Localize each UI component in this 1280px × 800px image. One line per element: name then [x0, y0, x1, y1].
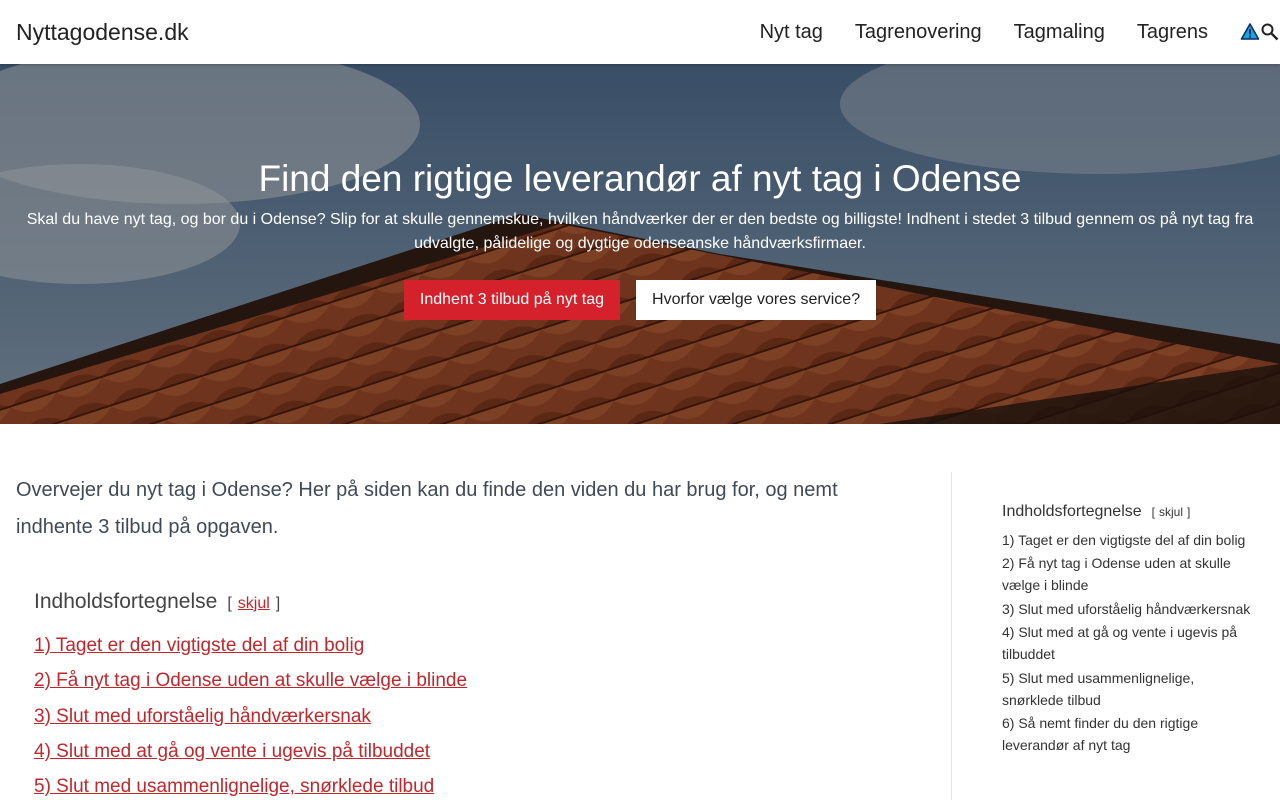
list-item: 5) Slut med usammenlignelige, snørklede …	[34, 769, 894, 800]
sidebar-toc-link-5[interactable]: 5) Slut med usammenlignelige, snørklede …	[1002, 670, 1194, 708]
table-of-contents: Indholdsfortegnelse [ skjul] 1) Taget er …	[34, 590, 894, 800]
main-nav: Nyt tag Tagrenovering Tagmaling Tagrens	[760, 0, 1280, 64]
sidebar-bracket-open: [	[1151, 505, 1155, 519]
toc-link-5[interactable]: 5) Slut med usammenlignelige, snørklede …	[34, 776, 434, 797]
list-item: 1) Taget er den vigtigste del af din bol…	[34, 628, 894, 663]
list-item: 4) Slut med at gå og vente i ugevis på t…	[34, 734, 894, 769]
toc-list: 1) Taget er den vigtigste del af din bol…	[34, 628, 894, 800]
toc-link-4[interactable]: 4) Slut med at gå og vente i ugevis på t…	[34, 741, 430, 762]
hero-text: Skal du have nyt tag, og bor du i Odense…	[26, 211, 1254, 252]
toc-link-2[interactable]: 2) Få nyt tag i Odense uden at skulle væ…	[34, 670, 467, 691]
nav-item-tagrenovering[interactable]: Tagrenovering	[855, 21, 982, 44]
list-item: 5) Slut med usammenlignelige, snørklede …	[1002, 667, 1252, 711]
toc-toggle-wrapper: [ skjul]	[227, 595, 280, 613]
hero-cta-row: Indhent 3 tilbud på nyt tag Hvorfor vælg…	[0, 280, 1280, 320]
toc-link-1[interactable]: 1) Taget er den vigtigste del af din bol…	[34, 635, 364, 656]
sidebar-toc-link-2[interactable]: 2) Få nyt tag i Odense uden at skulle væ…	[1002, 555, 1231, 593]
hero-section: Find den rigtige leverandør af nyt tag i…	[0, 64, 1280, 424]
sidebar-bracket-close: ]	[1187, 505, 1191, 519]
toc-title: Indholdsfortegnelse	[34, 590, 218, 613]
main-content: Overvejer du nyt tag i Odense? Her på si…	[16, 472, 916, 797]
list-item: 1) Taget er den vigtigste del af din bol…	[1002, 529, 1252, 551]
hero-title: Find den rigtige leverandør af nyt tag i…	[258, 158, 1022, 199]
toc-bracket-close: ]	[275, 595, 281, 612]
nav-item-tagmaling[interactable]: Tagmaling	[1014, 21, 1105, 44]
intro-text: Overvejer du nyt tag i Odense? Her på si…	[16, 479, 838, 538]
warning-icon[interactable]	[1240, 22, 1260, 42]
sidebar-toc: Indholdsfortegnelse [ skjul] 1) Taget er …	[1002, 503, 1252, 757]
toc-link-3[interactable]: 3) Slut med uforståelig håndværkersnak	[34, 706, 371, 727]
list-item: 6) Så nemt finder du den rigtige leveran…	[1002, 712, 1252, 756]
site-header: Nyttagodense.dk Nyt tag Tagrenovering Ta…	[0, 0, 1280, 64]
toc-header: Indholdsfortegnelse [ skjul]	[34, 590, 894, 614]
sidebar-toc-link-3[interactable]: 3) Slut med uforståelig håndværkersnak	[1002, 601, 1250, 617]
site-brand[interactable]: Nyttagodense.dk	[16, 19, 189, 46]
list-item: 2) Få nyt tag i Odense uden at skulle væ…	[1002, 552, 1252, 596]
list-item: 2) Få nyt tag i Odense uden at skulle væ…	[34, 663, 894, 698]
get-offers-button[interactable]: Indhent 3 tilbud på nyt tag	[403, 280, 621, 320]
sidebar-toc-link-6[interactable]: 6) Så nemt finder du den rigtige leveran…	[1002, 715, 1198, 753]
list-item: 4) Slut med at gå og vente i ugevis på t…	[1002, 621, 1252, 665]
sidebar-toc-title: Indholdsfortegnelse	[1002, 503, 1142, 520]
why-choose-us-button[interactable]: Hvorfor vælge vores service?	[636, 280, 877, 320]
nav-item-tagrens[interactable]: Tagrens	[1137, 21, 1208, 44]
sidebar-divider	[951, 472, 952, 800]
list-item: 3) Slut med uforståelig håndværkersnak	[1002, 598, 1252, 620]
sidebar-toc-header: Indholdsfortegnelse [ skjul]	[1002, 503, 1252, 521]
sidebar-toc-hide-link[interactable]: skjul	[1159, 505, 1183, 519]
sidebar-toc-list: 1) Taget er den vigtigste del af din bol…	[1002, 529, 1252, 756]
nav-item-nyt-tag[interactable]: Nyt tag	[760, 21, 823, 44]
sidebar-toc-link-4[interactable]: 4) Slut med at gå og vente i ugevis på t…	[1002, 624, 1237, 662]
toc-hide-link[interactable]: skjul	[238, 595, 270, 612]
list-item: 3) Slut med uforståelig håndværkersnak	[34, 699, 894, 734]
sidebar-toc-link-1[interactable]: 1) Taget er den vigtigste del af din bol…	[1002, 532, 1245, 548]
toc-bracket-open: [	[227, 595, 232, 612]
sidebar-toc-toggle-wrapper: [ skjul]	[1152, 505, 1191, 519]
search-icon[interactable]	[1260, 22, 1280, 42]
